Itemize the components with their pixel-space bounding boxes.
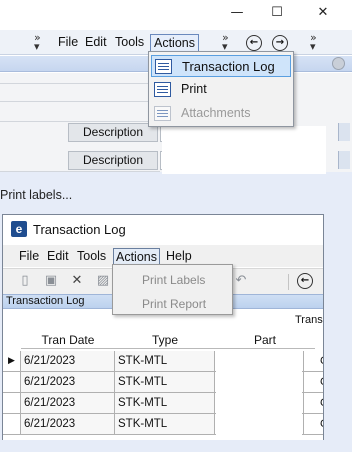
cell-type[interactable]: STK-MTL xyxy=(115,351,215,371)
row-indicator xyxy=(3,414,21,434)
delete-icon[interactable]: ✕ xyxy=(69,273,85,289)
undo-icon[interactable]: ↶ xyxy=(233,273,249,289)
menu-file[interactable]: File xyxy=(17,248,41,266)
save-icon[interactable]: ▣ xyxy=(43,273,59,289)
overflow-chevron-icon[interactable]: » ▾ xyxy=(34,32,41,52)
close-button[interactable]: ✕ xyxy=(312,4,334,22)
overflow-chevron-icon[interactable]: » ▾ xyxy=(310,32,317,52)
column-header-type[interactable]: Type xyxy=(115,332,215,349)
toolbar-separator xyxy=(288,274,289,290)
caption-note: Print labels... xyxy=(0,188,73,202)
menu-item-print-labels: Print Labels xyxy=(142,273,206,287)
cell-type[interactable]: STK-MTL xyxy=(115,393,215,413)
cell-type[interactable]: STK-MTL xyxy=(115,414,215,434)
row-indicator xyxy=(3,372,21,392)
back-arrow-icon[interactable]: ← xyxy=(246,35,262,51)
divider xyxy=(0,171,160,172)
menu-edit[interactable]: Edit xyxy=(45,248,71,266)
cell-type[interactable]: STK-MTL xyxy=(115,372,215,392)
row-indicator xyxy=(3,393,21,413)
title-bar: — ☐ ✕ xyxy=(0,0,352,28)
forward-arrow-icon[interactable]: → xyxy=(272,35,288,51)
menu-item-print-report: Print Report xyxy=(142,297,207,311)
redacted-area xyxy=(162,126,326,174)
menu-tools[interactable]: Tools xyxy=(75,248,108,266)
back-arrow-icon[interactable]: ← xyxy=(297,273,313,289)
divider xyxy=(0,101,160,102)
minimize-button[interactable]: — xyxy=(226,4,248,22)
redacted-part-column xyxy=(216,352,302,440)
refresh-icon[interactable]: ▨ xyxy=(95,273,111,289)
title-bar: e Transaction Log xyxy=(3,215,323,243)
print-icon xyxy=(154,82,171,97)
menu-actions[interactable]: Actions xyxy=(150,34,199,52)
main-window: — ☐ ✕ » ▾ File Edit Tools Actions » ▾ ← → … xyxy=(0,0,352,174)
group-header: Trans xyxy=(295,314,323,326)
new-icon[interactable]: ▯ xyxy=(17,273,33,289)
cell-trans[interactable]: C xyxy=(303,351,323,371)
report-icon xyxy=(155,59,172,74)
cell-tran-date[interactable]: 6/21/2023 xyxy=(21,351,115,371)
menu-item-attachments: Attachments xyxy=(151,103,291,125)
maximize-button[interactable]: ☐ xyxy=(266,4,288,22)
search-globe-icon[interactable] xyxy=(332,57,345,70)
cell-tran-date[interactable]: 6/21/2023 xyxy=(21,372,115,392)
window-title: Transaction Log xyxy=(33,222,126,237)
divider xyxy=(0,83,160,84)
attachment-icon xyxy=(154,106,171,121)
field-edge-tab xyxy=(338,151,350,169)
cell-trans[interactable]: C xyxy=(303,372,323,392)
field-edge-tab xyxy=(338,123,350,141)
menu-item-transaction-log[interactable]: Transaction Log xyxy=(151,55,291,77)
menu-edit[interactable]: Edit xyxy=(82,34,110,52)
description-button[interactable]: Description xyxy=(68,151,158,170)
cell-tran-date[interactable]: 6/21/2023 xyxy=(21,393,115,413)
actions-dropdown: Transaction Log Print Attachments xyxy=(148,51,294,127)
description-button[interactable]: Description xyxy=(68,123,158,142)
menu-item-print[interactable]: Print xyxy=(151,79,291,101)
column-header-part[interactable]: Part xyxy=(215,332,315,349)
divider xyxy=(0,121,160,122)
app-logo-icon: e xyxy=(11,221,27,237)
overflow-chevron-icon[interactable]: » ▾ xyxy=(222,32,229,52)
column-header-tran-date[interactable]: Tran Date xyxy=(21,332,115,349)
menu-file[interactable]: File xyxy=(55,34,81,52)
menu-item-label: Print xyxy=(181,82,207,96)
current-row-indicator-icon: ▶ xyxy=(3,351,21,371)
menu-tools[interactable]: Tools xyxy=(112,34,147,52)
cell-tran-date[interactable]: 6/21/2023 xyxy=(21,414,115,434)
actions-dropdown: Print Labels Print Report xyxy=(112,264,233,315)
menu-item-label: Attachments xyxy=(181,106,251,120)
cell-trans[interactable]: C xyxy=(303,414,323,434)
cell-trans[interactable]: C xyxy=(303,393,323,413)
menu-item-label: Transaction Log xyxy=(182,59,275,74)
